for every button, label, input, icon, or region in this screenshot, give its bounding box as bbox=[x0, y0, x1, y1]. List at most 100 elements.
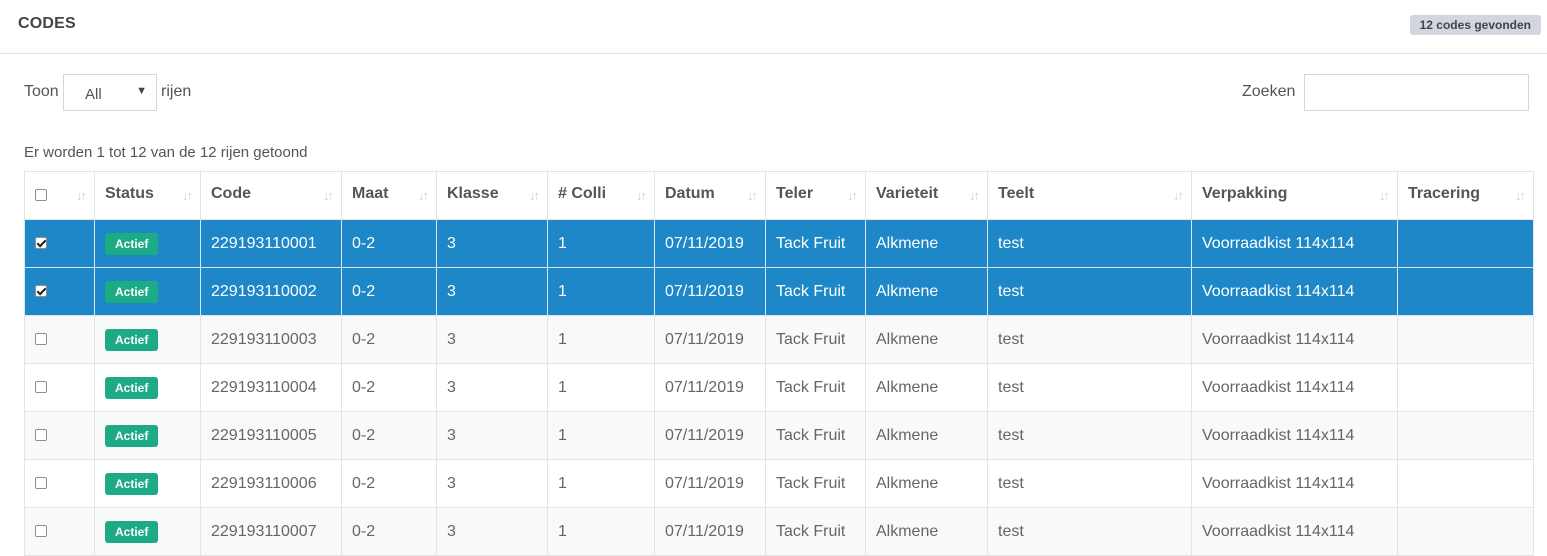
cell-value: 07/11/2019 bbox=[665, 330, 744, 348]
cell-datum: 07/11/2019 bbox=[654, 363, 766, 412]
cell-value: 229193110004 bbox=[211, 378, 317, 396]
cell-value: 07/11/2019 bbox=[665, 522, 744, 540]
cell-value: 1 bbox=[558, 426, 567, 444]
row-checkbox[interactable] bbox=[35, 477, 47, 490]
cell-value: 0-2 bbox=[352, 378, 376, 396]
sort-icon: ↓↑ bbox=[1379, 188, 1390, 203]
cell-varieteit: Alkmene bbox=[865, 363, 988, 412]
table-row[interactable]: Actief 229193110004 0-2 3 1 07/11/2019 Tack Fr… bbox=[24, 363, 1534, 412]
cell-verpakking: Voorraadkist 114x114 bbox=[1191, 267, 1398, 316]
cell-value: Voorraadkist 114x114 bbox=[1202, 522, 1355, 540]
row-select-cell bbox=[24, 219, 95, 268]
cell-value: 3 bbox=[447, 426, 456, 444]
cell-teelt: test bbox=[987, 267, 1192, 316]
column-header-teelt[interactable]: Teelt ↓↑ bbox=[987, 171, 1192, 220]
cell-maat: 0-2 bbox=[341, 411, 437, 460]
status-badge: Actief bbox=[105, 376, 159, 399]
column-header-tracering[interactable]: Tracering ↓↑ bbox=[1397, 171, 1534, 220]
cell-teler: Tack Fruit bbox=[765, 507, 866, 556]
cell-value: Voorraadkist 114x114 bbox=[1202, 474, 1355, 492]
cell-value: Alkmene bbox=[876, 234, 939, 252]
cell-colli: 1 bbox=[547, 267, 655, 316]
select-all-header[interactable]: ↓↑ bbox=[24, 171, 95, 220]
sort-icon: ↓↑ bbox=[847, 188, 858, 203]
cell-status: Actief bbox=[94, 219, 201, 268]
cell-klasse: 3 bbox=[436, 363, 548, 412]
cell-value: Alkmene bbox=[876, 426, 939, 444]
row-checkbox[interactable] bbox=[35, 525, 47, 538]
table-row[interactable]: Actief 229193110002 0-2 3 1 07/11/2019 Tack Fr… bbox=[24, 267, 1534, 316]
sort-icon: ↓↑ bbox=[76, 188, 87, 203]
cell-code: 229193110006 bbox=[200, 459, 342, 508]
sort-icon: ↓↑ bbox=[747, 188, 758, 203]
row-checkbox[interactable] bbox=[35, 237, 47, 250]
cell-colli: 1 bbox=[547, 315, 655, 364]
select-all-checkbox[interactable] bbox=[35, 188, 47, 201]
column-header-varieteit[interactable]: Varieteit ↓↑ bbox=[865, 171, 988, 220]
sort-icon: ↓↑ bbox=[636, 188, 647, 203]
cell-value: test bbox=[998, 234, 1024, 252]
column-header-colli[interactable]: # Colli ↓↑ bbox=[547, 171, 655, 220]
cell-value: 229193110002 bbox=[211, 282, 317, 300]
cell-value: 0-2 bbox=[352, 330, 376, 348]
column-header-teler[interactable]: Teler ↓↑ bbox=[765, 171, 866, 220]
row-select-cell bbox=[24, 363, 95, 412]
cell-value: Tack Fruit bbox=[776, 474, 846, 492]
table-header-row: ↓↑ Status ↓↑ Code ↓↑ Maat ↓↑ Klasse ↓↑ # Col… bbox=[24, 171, 1534, 220]
column-header-code[interactable]: Code ↓↑ bbox=[200, 171, 342, 220]
row-checkbox[interactable] bbox=[35, 285, 47, 298]
cell-value: 0-2 bbox=[352, 426, 376, 444]
table-row[interactable]: Actief 229193110007 0-2 3 1 07/11/2019 Tack Fr… bbox=[24, 507, 1534, 556]
cell-teler: Tack Fruit bbox=[765, 267, 866, 316]
row-checkbox[interactable] bbox=[35, 429, 47, 442]
cell-varieteit: Alkmene bbox=[865, 507, 988, 556]
chevron-down-icon: ▼ bbox=[136, 85, 147, 97]
count-badge: 12 codes gevonden bbox=[1409, 15, 1541, 35]
cell-value: Voorraadkist 114x114 bbox=[1202, 282, 1355, 300]
cell-status: Actief bbox=[94, 507, 201, 556]
cell-tracering bbox=[1397, 219, 1534, 268]
status-badge: Actief bbox=[105, 280, 159, 303]
cell-code: 229193110007 bbox=[200, 507, 342, 556]
sort-icon: ↓↑ bbox=[529, 188, 540, 203]
cell-tracering bbox=[1397, 411, 1534, 460]
table-row[interactable]: Actief 229193110005 0-2 3 1 07/11/2019 Tack Fr… bbox=[24, 411, 1534, 460]
cell-value: 3 bbox=[447, 474, 456, 492]
status-badge: Actief bbox=[105, 328, 159, 351]
cell-varieteit: Alkmene bbox=[865, 315, 988, 364]
cell-colli: 1 bbox=[547, 363, 655, 412]
cell-value: 1 bbox=[558, 378, 567, 396]
column-header-datum[interactable]: Datum ↓↑ bbox=[654, 171, 766, 220]
cell-teler: Tack Fruit bbox=[765, 315, 866, 364]
column-header-maat[interactable]: Maat ↓↑ bbox=[341, 171, 437, 220]
search-input[interactable] bbox=[1304, 74, 1529, 111]
cell-teler: Tack Fruit bbox=[765, 363, 866, 412]
table-row[interactable]: Actief 229193110003 0-2 3 1 07/11/2019 Tack Fr… bbox=[24, 315, 1534, 364]
row-checkbox[interactable] bbox=[35, 381, 47, 394]
cell-code: 229193110004 bbox=[200, 363, 342, 412]
rows-per-page-select[interactable]: All ▼ bbox=[63, 74, 157, 111]
column-header-verpakking[interactable]: Verpakking ↓↑ bbox=[1191, 171, 1398, 220]
sort-icon: ↓↑ bbox=[418, 188, 429, 203]
cell-datum: 07/11/2019 bbox=[654, 411, 766, 460]
cell-code: 229193110003 bbox=[200, 315, 342, 364]
cell-verpakking: Voorraadkist 114x114 bbox=[1191, 219, 1398, 268]
column-header-klasse[interactable]: Klasse ↓↑ bbox=[436, 171, 548, 220]
cell-teler: Tack Fruit bbox=[765, 411, 866, 460]
cell-teelt: test bbox=[987, 507, 1192, 556]
cell-value: 3 bbox=[447, 378, 456, 396]
cell-teler: Tack Fruit bbox=[765, 219, 866, 268]
cell-value: 0-2 bbox=[352, 282, 376, 300]
row-select-cell bbox=[24, 507, 95, 556]
table-row[interactable]: Actief 229193110006 0-2 3 1 07/11/2019 Tack Fr… bbox=[24, 459, 1534, 508]
column-header-status[interactable]: Status ↓↑ bbox=[94, 171, 201, 220]
cell-value: 07/11/2019 bbox=[665, 426, 744, 444]
row-select-cell bbox=[24, 459, 95, 508]
cell-datum: 07/11/2019 bbox=[654, 459, 766, 508]
status-badge: Actief bbox=[105, 472, 159, 495]
cell-tracering bbox=[1397, 363, 1534, 412]
table-row[interactable]: Actief 229193110001 0-2 3 1 07/11/2019 Tack Fr… bbox=[24, 219, 1534, 268]
row-checkbox[interactable] bbox=[35, 333, 47, 346]
cell-klasse: 3 bbox=[436, 219, 548, 268]
cell-code: 229193110005 bbox=[200, 411, 342, 460]
